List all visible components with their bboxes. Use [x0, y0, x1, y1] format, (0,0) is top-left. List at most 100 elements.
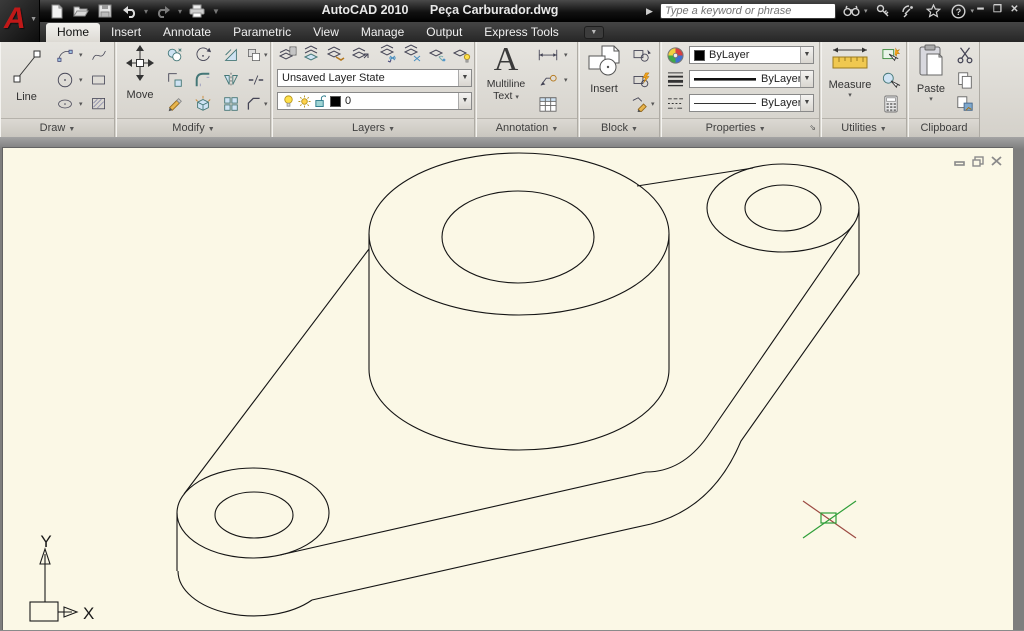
- undo-dropdown[interactable]: ▾: [144, 7, 148, 16]
- circle-button[interactable]: [53, 69, 77, 91]
- chamfer-dropdown[interactable]: ▾: [264, 100, 268, 108]
- properties-dialog-launcher[interactable]: ⇘: [809, 119, 816, 137]
- plot-button[interactable]: [188, 2, 206, 20]
- tab-parametric[interactable]: Parametric: [222, 23, 302, 42]
- line-button[interactable]: Line: [4, 44, 49, 116]
- cut-button[interactable]: [953, 44, 977, 66]
- layer-state-combo[interactable]: Unsaved Layer State ▼: [277, 69, 472, 87]
- scale-button[interactable]: [219, 44, 243, 66]
- measure-dropdown[interactable]: ▾: [825, 91, 875, 99]
- move-button[interactable]: Move: [119, 44, 161, 116]
- paste-button[interactable]: Paste ▾: [911, 44, 951, 116]
- help-button[interactable]: ?: [949, 2, 967, 20]
- object-color-button[interactable]: [664, 45, 686, 65]
- new-file-button[interactable]: [48, 2, 66, 20]
- layer-combo[interactable]: 0 ▼: [277, 92, 472, 110]
- mtext-dropdown[interactable]: ▾: [515, 94, 519, 101]
- quick-select-button[interactable]: [879, 44, 903, 66]
- save-button[interactable]: [96, 2, 114, 20]
- layer-off-button[interactable]: [400, 43, 424, 65]
- close-button[interactable]: ✕: [1007, 2, 1022, 17]
- paste-special-button[interactable]: [953, 93, 977, 115]
- edit-block-button[interactable]: [630, 69, 654, 91]
- lineweight-combo[interactable]: ByLayer ▼: [689, 70, 814, 88]
- minimize-button[interactable]: ━: [973, 2, 988, 17]
- drawing-canvas[interactable]: Y X: [2, 147, 1013, 630]
- tab-annotate[interactable]: Annotate: [152, 23, 222, 42]
- tab-view[interactable]: View: [302, 23, 350, 42]
- layer-freeze-button[interactable]: [376, 43, 400, 65]
- layer-unisolate-button[interactable]: [348, 43, 372, 65]
- ellipse-button[interactable]: [53, 93, 77, 115]
- quick-calc-button[interactable]: [879, 93, 903, 115]
- layer-lock-button[interactable]: [426, 43, 450, 65]
- arc-button[interactable]: [53, 44, 77, 66]
- define-attributes-button[interactable]: [630, 93, 650, 115]
- communication-center-button[interactable]: [899, 2, 917, 20]
- doc-restore-button[interactable]: [971, 155, 985, 167]
- point-marker[interactable]: [802, 500, 857, 539]
- lineweight-button[interactable]: [664, 69, 686, 89]
- panel-label-draw[interactable]: Draw ▼: [1, 118, 114, 137]
- search-input[interactable]: [659, 3, 836, 19]
- layer-states-button[interactable]: [300, 43, 324, 65]
- undo-button[interactable]: [120, 2, 138, 20]
- search-dropdown[interactable]: ▾: [864, 7, 868, 15]
- leader-button[interactable]: [535, 69, 561, 91]
- copy-stack-button[interactable]: [244, 44, 264, 66]
- doc-close-button[interactable]: [989, 155, 1003, 167]
- mirror-button[interactable]: [219, 69, 243, 91]
- hatch-button[interactable]: [87, 93, 111, 115]
- stretch-button[interactable]: [163, 69, 187, 91]
- tab-insert[interactable]: Insert: [100, 23, 152, 42]
- qat-customize-dropdown[interactable]: ▼: [212, 7, 220, 16]
- search-button[interactable]: [843, 2, 861, 20]
- panel-label-utilities[interactable]: Utilities ▼: [822, 118, 906, 137]
- insert-block-button[interactable]: Insert: [582, 44, 626, 116]
- copy-button[interactable]: [163, 44, 187, 66]
- rotate-button[interactable]: [191, 44, 215, 66]
- dimension-dropdown[interactable]: ▾: [564, 51, 568, 59]
- restore-button[interactable]: ❐: [990, 2, 1005, 17]
- fillet-button[interactable]: [191, 69, 215, 91]
- table-button[interactable]: [535, 93, 561, 115]
- panel-label-properties[interactable]: Properties ▼ ⇘: [662, 118, 819, 137]
- tab-output[interactable]: Output: [415, 23, 473, 42]
- copy-clip-button[interactable]: [953, 69, 977, 91]
- measure-button[interactable]: Measure ▾: [825, 44, 875, 116]
- leader-dropdown[interactable]: ▾: [564, 76, 568, 84]
- dimension-button[interactable]: [535, 44, 561, 66]
- favorites-button[interactable]: [924, 2, 942, 20]
- paste-dropdown[interactable]: ▾: [911, 95, 951, 103]
- rectangle-button[interactable]: [87, 69, 111, 91]
- linetype-button[interactable]: [664, 93, 686, 113]
- circle-dropdown[interactable]: ▾: [79, 76, 83, 84]
- panel-label-block[interactable]: Block ▼: [580, 118, 659, 137]
- chamfer-button[interactable]: [244, 93, 264, 115]
- layer-isolate-button[interactable]: [324, 43, 348, 65]
- arc-dropdown[interactable]: ▾: [79, 51, 83, 59]
- explode-button[interactable]: [191, 93, 215, 115]
- minimize-ribbon-button[interactable]: ▼: [583, 26, 604, 39]
- application-menu-button[interactable]: A ▼: [0, 0, 40, 42]
- create-block-button[interactable]: [630, 44, 654, 66]
- stack-dropdown[interactable]: ▾: [264, 51, 268, 59]
- array-button[interactable]: [219, 93, 243, 115]
- infocenter-toggle-icon[interactable]: ▶: [646, 6, 653, 17]
- multiline-text-button[interactable]: A Multiline Text ▾: [480, 42, 532, 118]
- panel-label-annotation[interactable]: Annotation ▼: [477, 118, 577, 137]
- attributes-dropdown[interactable]: ▾: [651, 100, 655, 108]
- redo-dropdown[interactable]: ▾: [178, 7, 182, 16]
- tab-manage[interactable]: Manage: [350, 23, 415, 42]
- tab-express-tools[interactable]: Express Tools: [473, 23, 569, 42]
- panel-label-layers[interactable]: Layers ▼: [273, 118, 474, 137]
- redo-button[interactable]: [154, 2, 172, 20]
- subscription-button[interactable]: [874, 2, 892, 20]
- tab-home[interactable]: Home: [46, 23, 101, 42]
- break-button[interactable]: [244, 69, 268, 91]
- erase-button[interactable]: [163, 93, 187, 115]
- open-file-button[interactable]: [72, 2, 90, 20]
- id-point-button[interactable]: [879, 69, 903, 91]
- color-combo[interactable]: ByLayer ▼: [689, 46, 814, 64]
- spline-button[interactable]: [87, 44, 111, 66]
